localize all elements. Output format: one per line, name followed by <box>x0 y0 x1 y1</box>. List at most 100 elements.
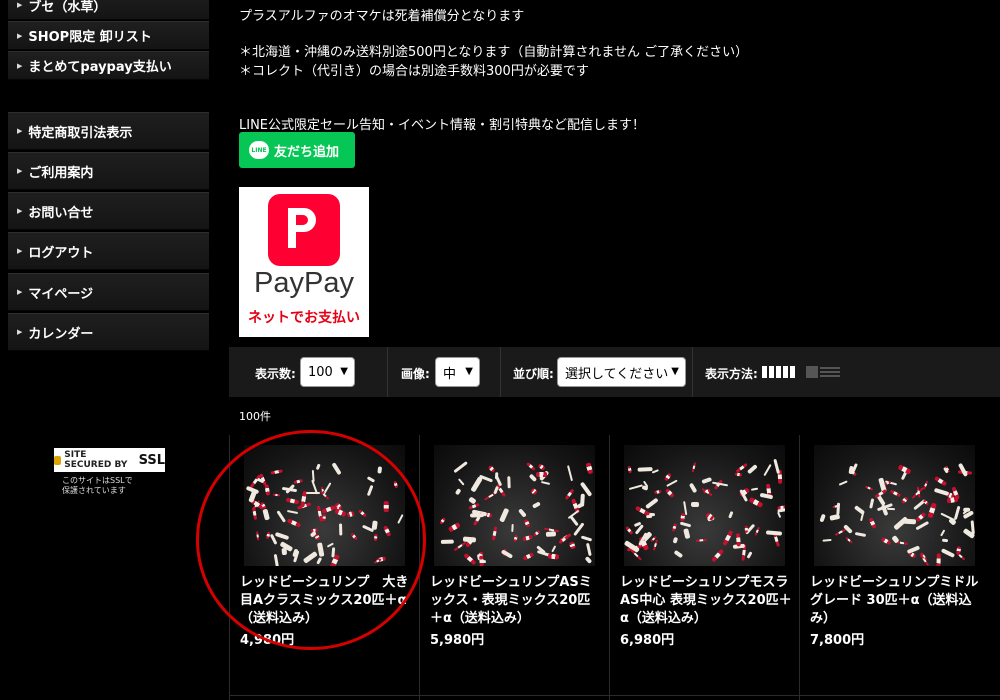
product-name[interactable]: レッドビーシュリンプ 大き目Aクラスミックス20匹＋α（送料込み） <box>240 574 412 628</box>
shrimp-speck <box>628 484 643 491</box>
shrimp-speck <box>934 487 951 497</box>
list-view-icon[interactable] <box>806 366 840 378</box>
shrimp-speck <box>579 493 585 507</box>
shrimp-speck <box>536 471 547 477</box>
divider <box>229 695 1000 696</box>
chevron-down-icon: ▼ <box>671 366 679 377</box>
shrimp-speck <box>374 557 383 564</box>
count-select-value: 100 <box>308 364 333 380</box>
list-view-line <box>820 367 840 369</box>
ssl-badge-label: SSL <box>138 452 165 468</box>
shrimp-speck <box>264 484 271 496</box>
product-card[interactable]: レッドビーシュリンプASミックス・表現ミックス20匹＋α（送料込み） 5,980… <box>419 435 610 700</box>
shrimp-speck <box>671 522 678 532</box>
shrimp-speck <box>384 501 390 513</box>
product-image[interactable] <box>244 445 405 566</box>
arrow-right-icon: ▶ <box>17 61 23 70</box>
shrimp-speck <box>746 550 753 559</box>
sort-select[interactable]: 選択してください ▼ <box>557 357 686 387</box>
sort-label: 並び順: <box>513 367 554 381</box>
product-image[interactable] <box>434 445 595 566</box>
lock-icon <box>54 455 62 465</box>
shrimp-speck <box>679 521 692 528</box>
line-add-friend-button[interactable]: LINE 友だち追加 <box>239 132 355 168</box>
sidebar-item-mizukusa[interactable]: ▶ ブセ（水草） <box>8 0 209 20</box>
shrimp-speck <box>479 555 485 566</box>
shrimp-speck <box>727 510 734 519</box>
paypay-p-icon <box>288 208 316 248</box>
paypay-banner[interactable]: PayPay ネットでお支払い <box>239 187 369 337</box>
divider <box>387 347 388 397</box>
shrimp-speck <box>447 521 461 533</box>
shrimp-speck <box>271 468 284 475</box>
product-card[interactable]: レッドビーシュリンプモスラAS中心 表現ミックス20匹＋α（送料込み） 6,98… <box>609 435 800 700</box>
notice-line-3: ＊コレクト（代引き）の場合は別途手数料300円が必要です <box>239 64 589 79</box>
image-size-select-value: 中 <box>443 366 457 382</box>
sidebar-item-legal[interactable]: ▶ 特定商取引法表示 <box>8 112 209 150</box>
product-image[interactable] <box>624 445 785 566</box>
sidebar-item-guide[interactable]: ▶ ご利用案内 <box>8 152 209 190</box>
list-view-thumb <box>806 366 818 378</box>
shrimp-speck <box>550 544 556 553</box>
image-size-select[interactable]: 中 ▼ <box>435 357 480 387</box>
product-card[interactable]: レッドビーシュリンプミドルグレード 30匹＋α（送料込み） 7,800円 <box>799 435 1000 700</box>
shrimp-speck <box>829 514 841 522</box>
shrimp-speck <box>531 500 542 509</box>
shrimp-speck <box>316 557 323 565</box>
sidebar-item-contact[interactable]: ▶ お問い合せ <box>8 192 209 230</box>
shrimp-speck <box>673 549 683 558</box>
shrimp-speck <box>763 464 772 477</box>
notice-line-4: LINE公式限定セール告知・イベント情報・割引特典など配信します！ <box>239 118 646 133</box>
shrimp-speck <box>540 480 551 486</box>
shrimp-speck <box>393 480 399 489</box>
shrimp-speck <box>455 487 462 496</box>
image-size-label: 画像: <box>401 367 430 381</box>
shrimp-speck <box>525 462 536 472</box>
count-select[interactable]: 100 ▼ <box>300 357 355 387</box>
line-icon: LINE <box>249 141 269 159</box>
shrimp-speck <box>822 538 832 542</box>
sidebar-item-calendar[interactable]: ▶ カレンダー <box>8 313 209 351</box>
product-name[interactable]: レッドビーシュリンプミドルグレード 30匹＋α（送料込み） <box>810 574 982 628</box>
shrimp-speck <box>321 504 336 514</box>
shrimp-speck <box>853 505 866 516</box>
sidebar-item-label: ご利用案内 <box>28 165 94 181</box>
shrimp-speck <box>438 516 446 525</box>
shrimp-speck <box>936 552 941 566</box>
shrimp-speck <box>934 475 948 487</box>
ssl-badge[interactable]: SITE SECURED BY SSL <box>54 448 165 472</box>
shrimp-speck <box>518 508 528 518</box>
shrimp-speck <box>522 551 534 561</box>
shrimp-speck <box>653 539 659 551</box>
shrimp-speck <box>956 551 966 561</box>
shrimp-speck <box>334 507 347 517</box>
product-card[interactable]: レッドビーシュリンプ 大き目Aクラスミックス20匹＋α（送料込み） 4,980円 <box>229 435 420 700</box>
shrimp-speck <box>776 511 782 519</box>
sidebar-item-mypage[interactable]: ▶ マイページ <box>8 273 209 311</box>
paypay-sub: ネットでお支払い <box>248 310 360 326</box>
sidebar-item-wholesale-list[interactable]: ▶ SHOP限定 卸リスト <box>8 21 209 50</box>
chevron-down-icon: ▼ <box>340 366 348 377</box>
product-image[interactable] <box>814 445 975 566</box>
shrimp-speck <box>735 462 748 473</box>
shrimp-speck <box>585 543 592 558</box>
shrimp-speck <box>272 493 280 497</box>
sidebar-item-label: カレンダー <box>28 326 94 342</box>
ssl-caption-line: 保護されています <box>62 486 126 495</box>
shrimp-speck <box>252 506 258 521</box>
sidebar-item-label: お問い合せ <box>28 205 94 221</box>
product-name[interactable]: レッドビーシュリンプモスラAS中心 表現ミックス20匹＋α（送料込み） <box>620 574 792 628</box>
sidebar-item-logout[interactable]: ▶ ログアウト <box>8 232 209 270</box>
shrimp-speck <box>691 462 697 473</box>
shrimp-speck <box>914 521 929 531</box>
shrimp-speck <box>889 489 901 498</box>
shrimp-speck <box>339 523 343 535</box>
grid-view-icon[interactable] <box>762 366 796 378</box>
shrimp-speck <box>522 518 531 528</box>
result-count: 100件 <box>239 410 271 423</box>
product-price: 6,980円 <box>620 633 675 648</box>
line-add-friend-label: 友だち追加 <box>274 144 340 160</box>
product-name[interactable]: レッドビーシュリンプASミックス・表現ミックス20匹＋α（送料込み） <box>430 574 602 628</box>
view-mode-label: 表示方法: <box>705 367 758 381</box>
sidebar-item-paypay-bulk[interactable]: ▶ まとめてpaypay支払い <box>8 51 209 80</box>
